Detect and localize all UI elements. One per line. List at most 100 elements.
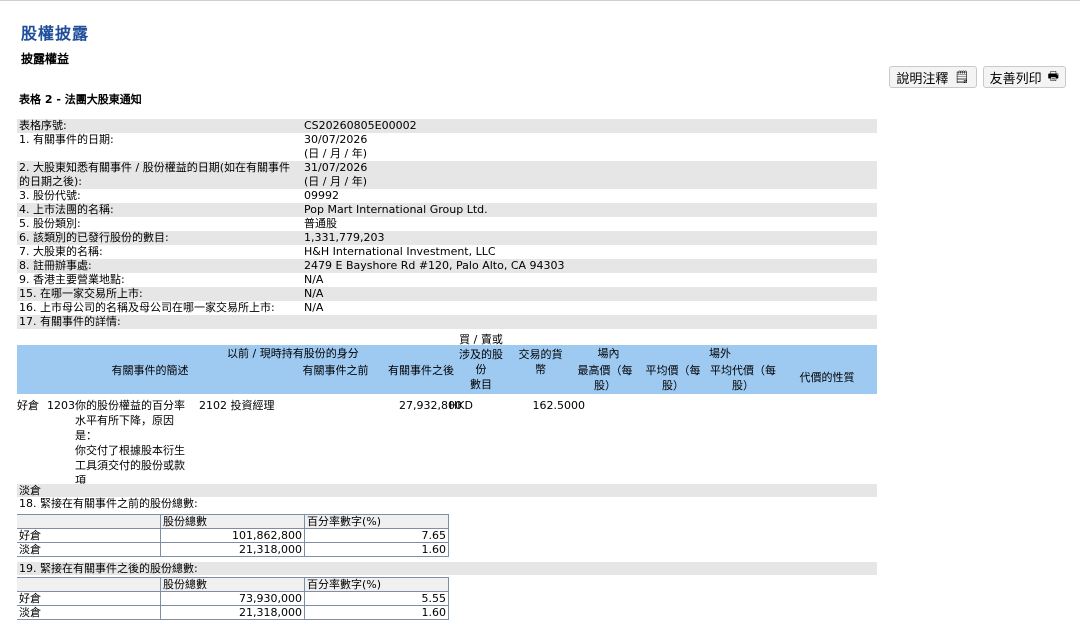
header-line: 股）	[732, 379, 754, 392]
info-row: 3. 股份代號: 09992	[17, 189, 877, 203]
col-shares: 股份總數	[160, 514, 305, 529]
info-label: 16. 上市母公司的名稱及母公司在哪一家交易所上市:	[19, 301, 275, 314]
header-line: 平均代價（每	[710, 364, 776, 377]
header-line: 股）	[594, 379, 616, 392]
notes-button[interactable]: 說明注釋 🗒	[889, 66, 977, 88]
position-short: 淡倉	[19, 484, 41, 497]
desc-line: 你的股份權益的百分率	[75, 399, 185, 412]
header-after: 有關事件之後	[388, 363, 454, 377]
info-value: 09992	[304, 189, 339, 202]
info-label: 6. 該類別的已發行股份的數目:	[19, 231, 169, 244]
desc-line: 是：	[75, 429, 97, 442]
col-shares: 股份總數	[160, 577, 305, 592]
event-details-table: 以前 / 現時持有股份的身分 場內 場外 有關事件的簡述 有關事件之前 有關事件…	[17, 333, 877, 488]
info-label: 17. 有關事件的詳情:	[19, 315, 121, 328]
event-code: 1203	[47, 399, 75, 412]
info-row: 1. 有關事件的日期: 30/07/2026 (日 / 月 / 年)	[17, 133, 877, 161]
desc-line: 你交付了根據股本衍生	[75, 444, 185, 457]
info-row: 17. 有關事件的詳情:	[17, 315, 877, 329]
info-row: 2. 大股東知悉有關事件 / 股份權益的日期(如在有關事件 的日期之後): 31/…	[17, 161, 877, 189]
info-label: 表格序號:	[19, 119, 67, 132]
row-label: 淡倉	[17, 542, 161, 557]
event-desc: 你的股份權益的百分率 水平有所下降，原因 是： 你交付了根據股本衍生 工具須交付…	[75, 398, 199, 488]
page-title: 股權披露	[21, 24, 90, 43]
header-line: 幣	[535, 363, 546, 376]
totals-after-table: 股份總數 百分率數字(%) 好倉 73,930,000 5.55 淡倉 21,3…	[17, 577, 449, 620]
info-table: 表格序號: CS20260805E00002 1. 有關事件的日期: 30/07…	[17, 119, 877, 329]
col-pct: 百分率數字(%)	[304, 514, 449, 529]
info-label: 1. 有關事件的日期:	[19, 133, 114, 146]
row-label: 好倉	[17, 528, 161, 543]
event-header-row: 以前 / 現時持有股份的身分 場內 場外	[17, 345, 877, 362]
totals-header: 股份總數 百分率數字(%)	[17, 577, 449, 592]
info-row: 9. 香港主要營業地點: N/A	[17, 273, 877, 287]
section-title-row: 19. 緊接在有關事件之後的股份總數:	[17, 562, 877, 575]
header-line: 買 / 賣或涉及的股份	[459, 333, 503, 376]
shares-value: 27,932,800	[399, 399, 462, 412]
info-label: 7. 大股東的名稱:	[19, 245, 103, 258]
header-line: 交易的貨	[518, 348, 563, 361]
page-subtitle: 披露權益	[21, 52, 70, 66]
info-label: 8. 註冊辦事處:	[19, 259, 92, 272]
info-row: 4. 上市法團的名稱: Pop Mart International Group…	[17, 203, 877, 217]
print-button[interactable]: 友善列印 🖶	[982, 66, 1066, 88]
info-label: 15. 在哪一家交易所上市:	[19, 287, 143, 300]
header-line: 股）	[662, 379, 684, 392]
row-label: 淡倉	[17, 605, 161, 620]
form-title: 表格 2 - 法團大股東通知	[19, 93, 142, 106]
info-value: N/A	[304, 287, 324, 300]
info-label: 3. 股份代號:	[19, 189, 81, 202]
info-value	[304, 315, 877, 329]
header-high: 最高價（每 股）	[573, 363, 637, 393]
row-shares: 21,318,000	[160, 605, 305, 620]
printer-icon: 🖶	[1047, 68, 1059, 83]
info-value: 31/07/2026 (日 / 月 / 年)	[304, 161, 877, 189]
info-row: 8. 註冊辦事處: 2479 E Bayshore Rd #120, Palo …	[17, 259, 877, 273]
info-value: 2479 E Bayshore Rd #120, Palo Alto, CA 9…	[304, 259, 565, 272]
date-value: 31/07/2026	[304, 161, 368, 174]
date-value: 30/07/2026	[304, 133, 368, 146]
info-value: 30/07/2026 (日 / 月 / 年)	[304, 133, 877, 161]
header-line: 平均價（每	[645, 364, 701, 377]
info-row: 7. 大股東的名稱: H&H International Investment,…	[17, 245, 877, 259]
info-label: 9. 香港主要營業地點:	[19, 273, 125, 286]
row-label: 好倉	[17, 591, 161, 606]
blank-cell	[17, 577, 161, 592]
event-header-row: 有關事件的簡述 有關事件之前 有關事件之後 買 / 賣或涉及的股份數目 交易的貨…	[17, 333, 877, 394]
info-value: 普通股	[304, 217, 337, 230]
row-pct: 5.55	[304, 591, 449, 606]
info-value: Pop Mart International Group Ltd.	[304, 203, 488, 216]
info-row: 表格序號: CS20260805E00002	[17, 119, 877, 133]
header-capacity: 以前 / 現時持有股份的身分	[227, 347, 359, 360]
info-label-line: 2. 大股東知悉有關事件 / 股份權益的日期(如在有關事件	[19, 161, 290, 174]
capacity-value: 2102 投資經理	[199, 399, 275, 412]
desc-line: 水平有所下降，原因	[75, 414, 174, 427]
header-line: 數目	[470, 378, 492, 391]
blank-cell	[17, 514, 161, 529]
section-title: 19. 緊接在有關事件之後的股份總數:	[19, 562, 198, 575]
info-label-line: 的日期之後):	[19, 175, 82, 188]
header-event-desc: 有關事件的簡述	[111, 363, 189, 377]
row-pct: 7.65	[304, 528, 449, 543]
notes-button-label: 說明注釋	[896, 71, 949, 87]
row-pct: 1.60	[304, 605, 449, 620]
document-icon: 🗒	[954, 70, 970, 84]
info-row: 16. 上市母公司的名稱及母公司在哪一家交易所上市: N/A	[17, 301, 877, 315]
high-price-value: 162.5000	[532, 399, 586, 412]
header-before: 有關事件之前	[302, 363, 369, 377]
row-shares: 101,862,800	[160, 528, 305, 543]
info-value: H&H International Investment, LLC	[304, 245, 496, 258]
desc-line: 工具須交付的股份或款	[75, 459, 185, 472]
row-shares: 73,930,000	[160, 591, 305, 606]
info-row: 5. 股份類別: 普通股	[17, 217, 877, 231]
header-shares: 買 / 賣或涉及的股份數目	[454, 332, 508, 392]
info-row: 15. 在哪一家交易所上市: N/A	[17, 287, 877, 301]
info-value: 1,331,779,203	[304, 231, 385, 244]
info-row: 6. 該類別的已發行股份的數目: 1,331,779,203	[17, 231, 877, 245]
info-label: 4. 上市法團的名稱:	[19, 203, 114, 216]
short-row: 淡倉	[17, 484, 877, 497]
table-row: 好倉 101,862,800 7.65	[17, 528, 449, 543]
table-row: 淡倉 21,318,000 1.60	[17, 605, 449, 620]
date-format: (日 / 月 / 年)	[304, 175, 367, 188]
col-pct: 百分率數字(%)	[304, 577, 449, 592]
